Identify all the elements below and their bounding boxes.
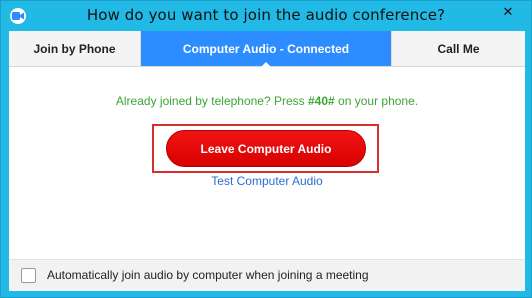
- dial-code: #40#: [308, 94, 335, 108]
- test-computer-audio-link[interactable]: Test Computer Audio: [9, 174, 525, 188]
- dialog-content: Join by Phone Computer Audio - Connected…: [9, 31, 525, 291]
- instructions-suffix: on your phone.: [334, 94, 419, 108]
- leave-computer-audio-button[interactable]: Leave Computer Audio: [166, 130, 366, 167]
- tab-call-me[interactable]: Call Me: [391, 31, 525, 66]
- phone-instructions: Already joined by telephone? Press #40# …: [9, 94, 525, 108]
- close-icon[interactable]: ✕: [485, 1, 531, 22]
- instructions-prefix: Already joined by telephone? Press: [115, 94, 308, 108]
- window-title: How do you want to join the audio confer…: [86, 6, 446, 24]
- auto-join-label[interactable]: Automatically join audio by computer whe…: [47, 268, 369, 282]
- tab-computer-audio[interactable]: Computer Audio - Connected: [141, 31, 391, 67]
- tab-bar: Join by Phone Computer Audio - Connected…: [9, 31, 525, 67]
- audio-conference-dialog: How do you want to join the audio confer…: [0, 0, 532, 298]
- footer-bar: Automatically join audio by computer whe…: [9, 259, 525, 291]
- test-link-label: Test Computer Audio: [211, 174, 323, 188]
- tab-computer-audio-label: Computer Audio - Connected: [182, 41, 350, 56]
- tab-join-by-phone[interactable]: Join by Phone: [9, 31, 141, 66]
- active-tab-indicator: [261, 62, 271, 67]
- auto-join-checkbox[interactable]: [21, 268, 36, 283]
- title-bar[interactable]: How do you want to join the audio confer…: [1, 1, 531, 31]
